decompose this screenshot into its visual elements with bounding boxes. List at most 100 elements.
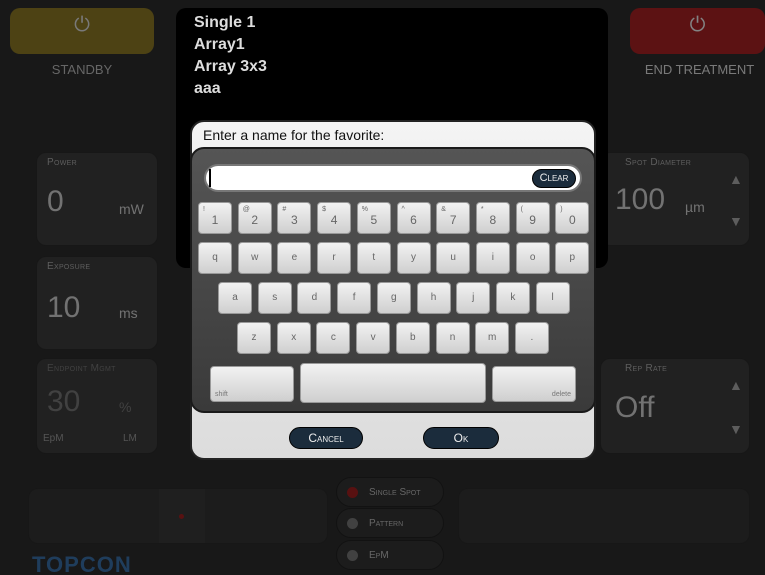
key-d[interactable]: d <box>297 282 332 314</box>
left-bottom-panel <box>28 488 328 544</box>
key-b[interactable]: b <box>395 322 430 354</box>
key-i[interactable]: i <box>475 242 510 274</box>
key-label: d <box>311 292 318 303</box>
key-label: 3 <box>291 213 298 227</box>
favorite-name-input[interactable] <box>204 164 582 192</box>
space-key[interactable] <box>300 363 486 403</box>
key-e[interactable]: e <box>277 242 312 274</box>
key-label: 1 <box>211 213 219 227</box>
key-shift-symbol: # <box>282 206 287 213</box>
shift-key-label: shift <box>215 391 228 398</box>
shift-key[interactable]: shift <box>210 366 294 402</box>
key-shift-symbol: ) <box>560 206 563 213</box>
favorite-name-dialog: Enter a name for the favorite: Clear ! 1 @… <box>190 120 596 460</box>
key-f[interactable]: f <box>337 282 372 314</box>
pattern-button[interactable]: Pattern <box>336 508 444 538</box>
key-9[interactable]: (9 <box>515 202 550 234</box>
key-label: c <box>330 332 336 343</box>
key-w[interactable]: w <box>237 242 272 274</box>
key-l[interactable]: l <box>535 282 570 314</box>
power-icon: ⏻ <box>689 14 706 36</box>
endpoint-value: 30 <box>47 385 81 418</box>
exposure-panel[interactable]: Exposure 10 ms <box>36 256 158 350</box>
key-1[interactable]: ! 1 <box>198 202 232 234</box>
key-k[interactable]: k <box>495 282 530 314</box>
epm-button[interactable]: EpM <box>336 540 444 570</box>
key-4[interactable]: $4 <box>317 202 352 234</box>
key-label: y <box>411 252 416 263</box>
spot-diameter-panel[interactable]: Spot Diameter 100 µm ▲ ▼ <box>600 152 750 246</box>
favorite-item[interactable]: Single 1 <box>194 14 255 32</box>
key-h[interactable]: h <box>416 282 451 314</box>
key-j[interactable]: j <box>456 282 491 314</box>
power-icon: ⏻ <box>74 14 90 36</box>
up-arrow-icon[interactable]: ▲ <box>729 171 743 187</box>
key-label: l <box>551 292 554 303</box>
key-u[interactable]: u <box>436 242 471 274</box>
epm-label: EpM <box>369 549 389 561</box>
ok-button[interactable]: Ok <box>423 427 499 449</box>
spot-diameter-value: 100 <box>615 183 666 216</box>
key-t[interactable]: t <box>356 242 391 274</box>
key-8[interactable]: * 8 <box>475 202 510 234</box>
key-label: 2 <box>251 213 259 227</box>
key-a[interactable]: a <box>218 282 252 314</box>
key-period[interactable]: . <box>514 322 549 354</box>
key-label: 0 <box>568 213 576 227</box>
key-label: 9 <box>529 213 536 227</box>
favorite-item[interactable]: Array 3x3 <box>194 58 267 76</box>
rep-rate-panel[interactable]: Rep Rate Off ▲ ▼ <box>600 358 750 454</box>
key-x[interactable]: x <box>276 322 311 354</box>
key-v[interactable]: v <box>356 322 391 354</box>
key-s[interactable]: s <box>257 282 292 314</box>
power-label: Power <box>47 157 77 168</box>
key-6[interactable]: ^ 6 <box>396 202 431 234</box>
key-7[interactable]: & 7 <box>436 202 471 234</box>
key-label: t <box>372 252 376 263</box>
aim-indicator <box>159 489 205 543</box>
key-label: o <box>529 252 536 263</box>
key-label: a <box>232 292 238 303</box>
single-spot-button[interactable]: Single Spot <box>336 477 444 507</box>
epm-toggle[interactable]: EpM <box>43 433 64 444</box>
key-o[interactable]: o <box>515 242 550 274</box>
key-p[interactable]: p <box>555 242 590 274</box>
favorite-item[interactable]: aaa <box>194 80 221 98</box>
favorite-item[interactable]: Array1 <box>194 36 245 54</box>
key-z[interactable]: z <box>237 322 271 354</box>
down-arrow-icon[interactable]: ▼ <box>729 421 743 437</box>
key-m[interactable]: m <box>475 322 510 354</box>
text-cursor <box>209 169 211 187</box>
key-label: v <box>370 332 376 343</box>
clear-button[interactable]: Clear <box>532 169 576 188</box>
key-5[interactable]: % 5 <box>356 202 391 234</box>
key-r[interactable]: r <box>317 242 352 274</box>
delete-key[interactable]: delete <box>492 366 576 402</box>
spot-diameter-label: Spot Diameter <box>625 157 692 168</box>
key-label: p <box>569 252 576 263</box>
spot-diameter-unit: µm <box>685 199 705 215</box>
key-2[interactable]: @2 <box>237 202 272 234</box>
down-arrow-icon[interactable]: ▼ <box>729 213 743 229</box>
key-3[interactable]: #3 <box>277 202 312 234</box>
power-panel[interactable]: Power 0 mW <box>36 152 158 246</box>
end-treatment-button[interactable]: ⏻ <box>630 8 765 54</box>
up-arrow-icon[interactable]: ▲ <box>729 377 743 393</box>
key-n[interactable]: n <box>435 322 470 354</box>
key-q[interactable]: q <box>198 242 232 274</box>
power-unit: mW <box>119 201 144 217</box>
single-spot-label: Single Spot <box>369 486 421 498</box>
key-0[interactable]: ) 0 <box>555 202 590 234</box>
key-c[interactable]: c <box>316 322 351 354</box>
pattern-led <box>347 518 358 529</box>
cancel-button[interactable]: Cancel <box>289 427 363 449</box>
key-y[interactable]: y <box>396 242 431 274</box>
key-shift-symbol: & <box>441 206 446 213</box>
key-g[interactable]: g <box>376 282 411 314</box>
key-label: 7 <box>449 213 457 227</box>
single-spot-led <box>347 487 358 498</box>
endpoint-panel[interactable]: Endpoint Mgmt 30 % EpM LM <box>36 358 158 454</box>
lm-toggle[interactable]: LM <box>123 433 137 444</box>
standby-button[interactable]: ⏻ <box>10 8 154 54</box>
power-value: 0 <box>47 185 64 218</box>
